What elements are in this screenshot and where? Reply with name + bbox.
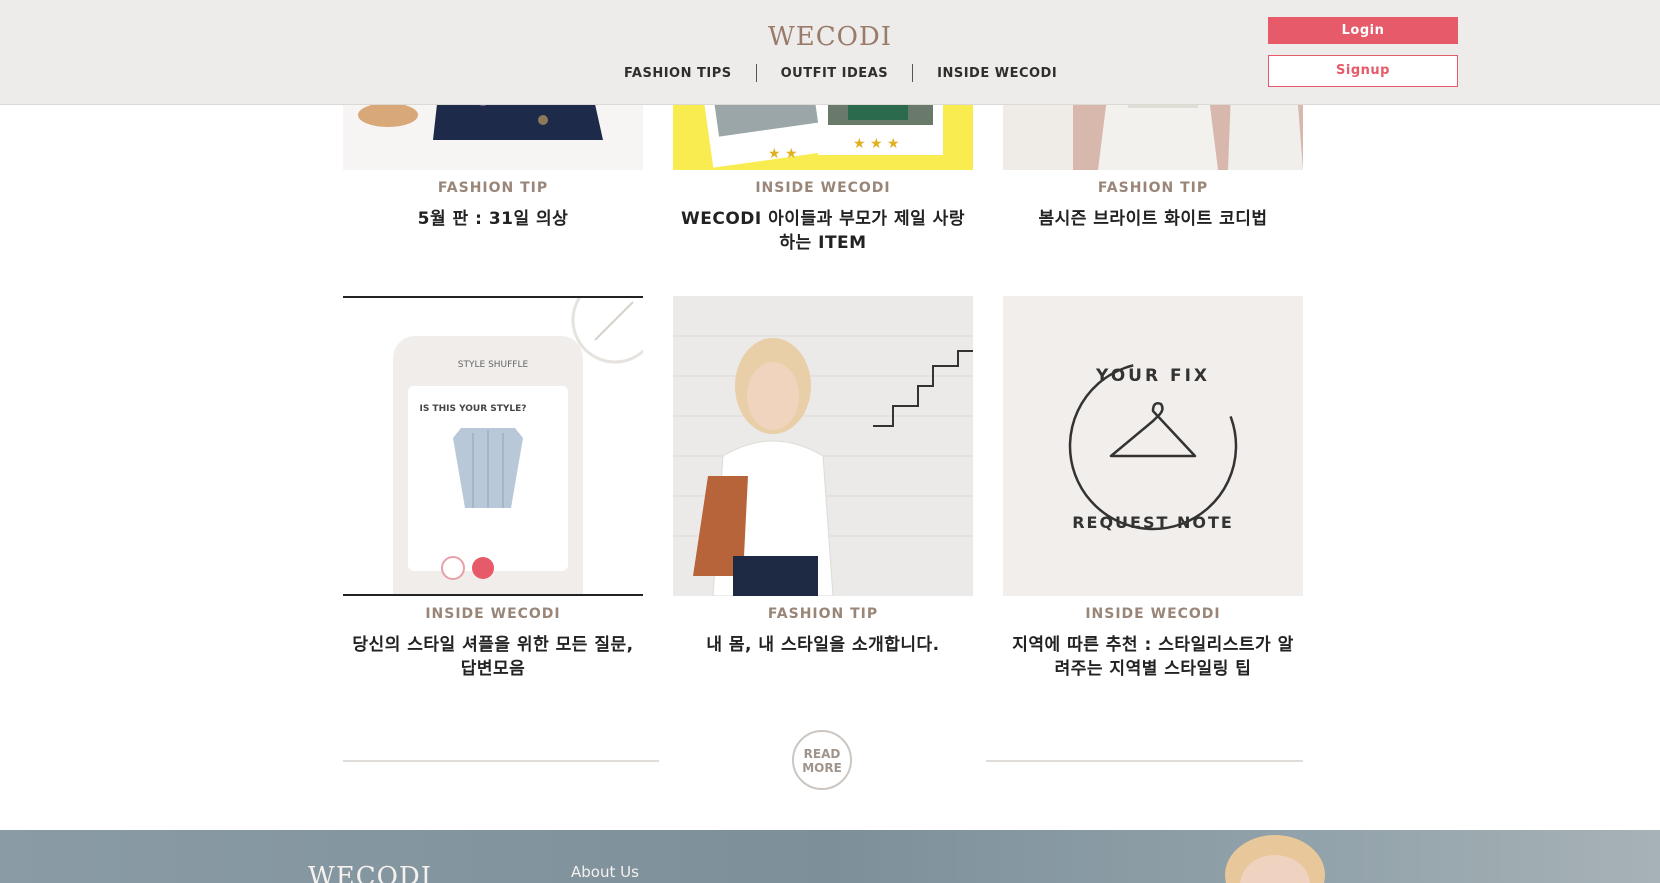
article-category: FASHION TIP	[767, 606, 879, 622]
login-button[interactable]: Login	[1268, 17, 1458, 44]
phone-question-text: IS THIS YOUR STYLE?	[419, 404, 527, 414]
nav-fashion-tips[interactable]: FASHION TIPS	[600, 66, 756, 81]
svg-text:★ ★: ★ ★	[768, 146, 798, 162]
signup-button[interactable]: Signup	[1268, 55, 1458, 87]
divider-right	[986, 760, 1303, 762]
article-title[interactable]: 지역에 따른 추천 : 스타일리스트가 알려주는 지역별 스타일링 팁	[1003, 633, 1303, 681]
article-thumbnail[interactable]	[673, 296, 973, 596]
woman-portrait-image	[673, 296, 973, 596]
footer-model-image	[1225, 835, 1325, 883]
article-category: FASHION TIP	[1097, 180, 1209, 196]
article-title[interactable]: 내 몸, 내 스타일을 소개합니다.	[673, 633, 973, 657]
article-category: INSIDE WECODI	[425, 606, 561, 622]
divider-left	[343, 760, 659, 762]
footer-logo[interactable]: WECODI	[308, 862, 432, 883]
article-category: FASHION TIP	[437, 180, 549, 196]
article-title[interactable]: 당신의 스타일 셔플을 위한 모든 질문, 답변모음	[343, 633, 643, 681]
article-title[interactable]: WECODI 아이들과 부모가 제일 사랑하는 ITEM	[673, 207, 973, 255]
article-thumbnail[interactable]: STYLE SHUFFLE IS THIS YOUR STYLE?	[343, 296, 643, 596]
style-shuffle-phone-image	[343, 298, 643, 594]
svg-text:★ ★ ★: ★ ★ ★	[853, 136, 900, 152]
phone-header-text: STYLE SHUFFLE	[457, 360, 529, 370]
site-header: WECODI FASHION TIPS OUTFIT IDEAS INSIDE …	[0, 0, 1660, 105]
article-thumbnail[interactable]: YOUR FIX REQUEST NOTE	[1003, 296, 1303, 596]
hanger-badge-image: YOUR FIX REQUEST NOTE	[1003, 296, 1303, 596]
site-logo[interactable]: WECODI	[765, 22, 895, 52]
article-title[interactable]: 봄시즌 브라이트 화이트 코디법	[1003, 207, 1303, 231]
article-category: INSIDE WECODI	[755, 180, 891, 196]
footer-about-link[interactable]: About Us	[571, 863, 639, 881]
badge-bottom-text: REQUEST NOTE	[1072, 513, 1234, 532]
read-more-line1: READ	[803, 747, 841, 761]
read-more-button[interactable]: READ MORE	[792, 730, 852, 790]
main-nav: FASHION TIPS OUTFIT IDEAS INSIDE WECODI	[600, 62, 1081, 84]
article-title[interactable]: 5월 판 : 31일 의상	[343, 207, 643, 231]
nav-inside-wecodi[interactable]: INSIDE WECODI	[913, 66, 1081, 81]
article-category: INSIDE WECODI	[1085, 606, 1221, 622]
read-more-line2: MORE	[802, 761, 842, 775]
nav-outfit-ideas[interactable]: OUTFIT IDEAS	[757, 66, 913, 81]
site-footer: WECODI About Us	[0, 830, 1660, 883]
badge-top-text: YOUR FIX	[1095, 366, 1210, 386]
